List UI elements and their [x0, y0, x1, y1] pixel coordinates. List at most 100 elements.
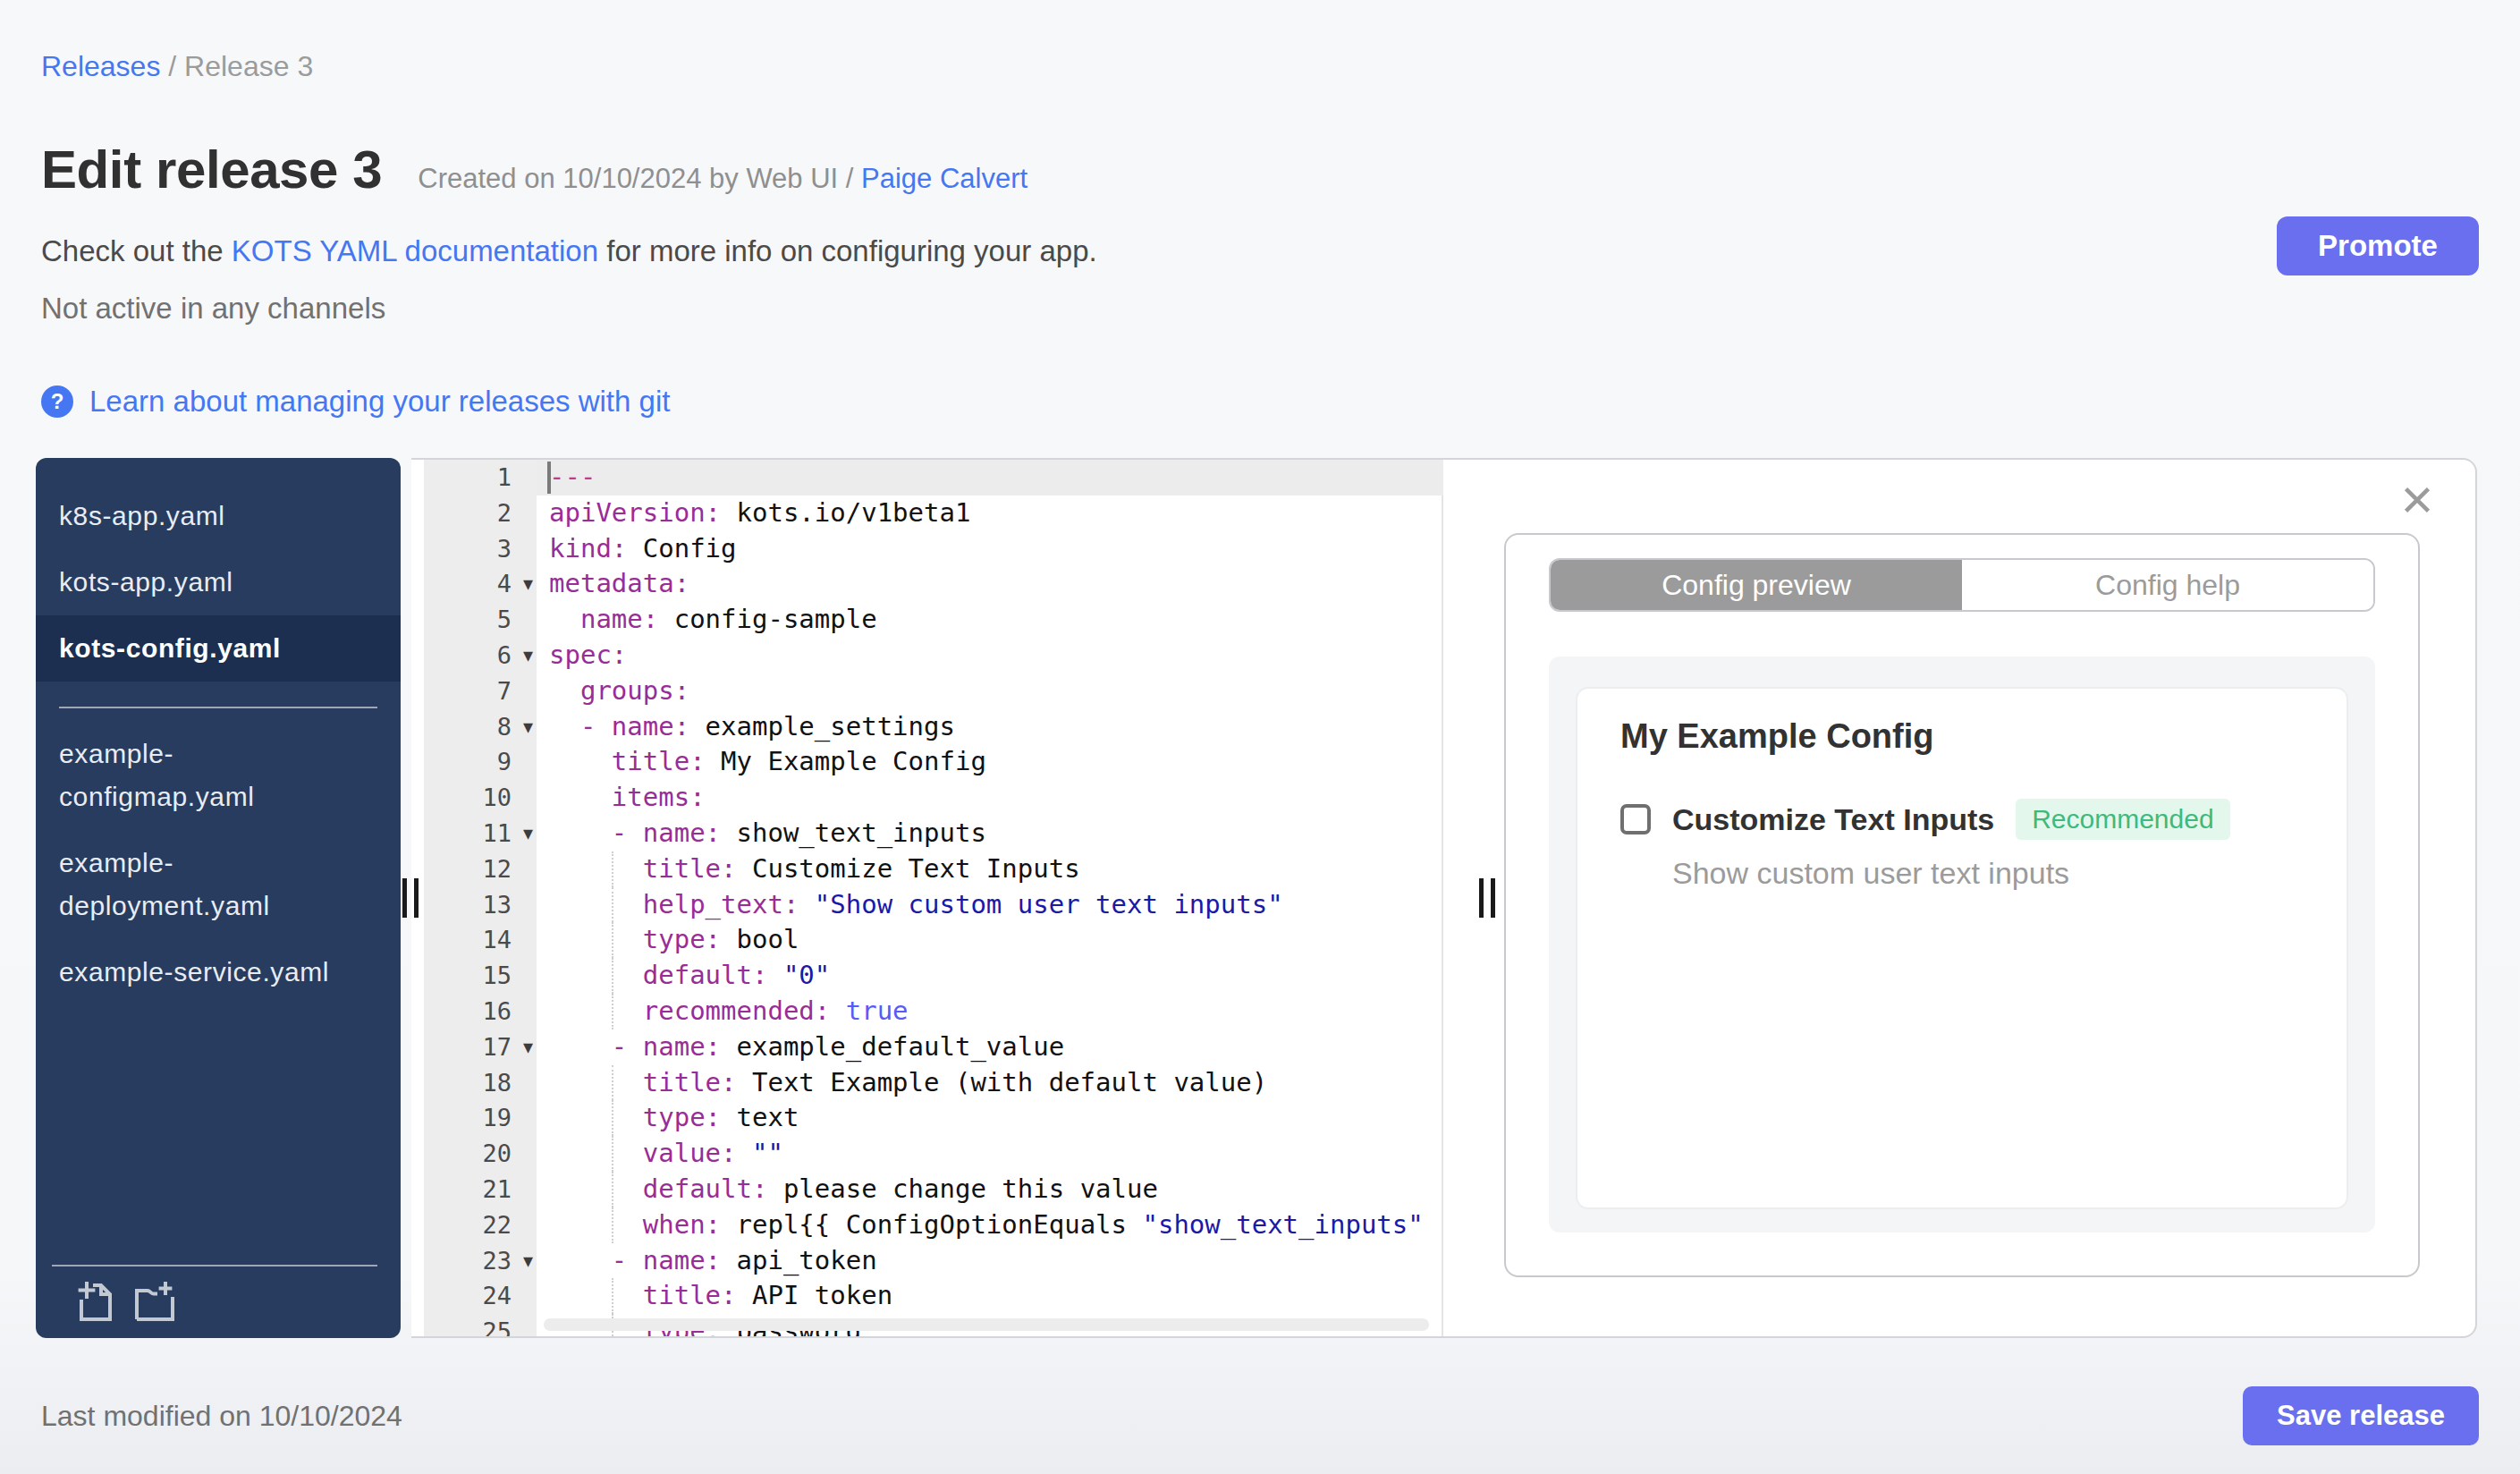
code-line[interactable]: 1---	[424, 460, 1443, 496]
code-text: title: My Example Config	[537, 744, 1443, 780]
promote-button[interactable]: Promote	[2277, 216, 2479, 275]
line-number: 10	[424, 780, 537, 816]
sidebar-file-example-service.yaml[interactable]: example-service.yaml	[36, 939, 401, 1005]
code-text: - name: show_text_inputs	[537, 816, 1443, 851]
line-number: 16	[424, 994, 537, 1029]
last-modified: Last modified on 10/10/2024	[41, 1400, 402, 1433]
line-number: 13	[424, 887, 537, 923]
close-icon[interactable]	[2402, 485, 2432, 515]
code-line[interactable]: 10 items:	[424, 780, 1443, 816]
created-text: Created on 10/10/2024 by Web UI /	[418, 163, 853, 194]
line-number: 19	[424, 1100, 537, 1136]
line-number: 3	[424, 531, 537, 567]
code-line[interactable]: 7 groups:	[424, 673, 1443, 709]
kots-yaml-doc-link[interactable]: KOTS YAML documentation	[232, 234, 598, 267]
line-number: 20	[424, 1136, 537, 1172]
code-text: title: Text Example (with default value)	[537, 1065, 1443, 1101]
code-line[interactable]: 19 type: text	[424, 1100, 1443, 1136]
tab-config-help[interactable]: Config help	[1962, 560, 2373, 610]
sidebar-file-kots-config.yaml[interactable]: kots-config.yaml	[36, 615, 401, 682]
fold-arrow-icon[interactable]: ▾	[523, 638, 533, 673]
sidebar-file-k8s-app.yaml[interactable]: k8s-app.yaml	[36, 483, 401, 549]
fold-arrow-icon[interactable]: ▾	[523, 816, 533, 851]
recommended-badge: Recommended	[2016, 799, 2229, 840]
save-release-button[interactable]: Save release	[2243, 1386, 2479, 1445]
code-line[interactable]: 22 when: repl{{ ConfigOptionEquals "show…	[424, 1207, 1443, 1243]
file-list: k8s-app.yamlkots-app.yamlkots-config.yam…	[36, 483, 401, 1005]
code-line[interactable]: 23▾ - name: api_token	[424, 1243, 1443, 1279]
sidebar-file-example-configmap.yaml[interactable]: example-configmap.yaml	[36, 721, 401, 830]
line-number: 7	[424, 673, 537, 709]
code-line[interactable]: 6▾spec:	[424, 638, 1443, 673]
add-file-icon[interactable]	[77, 1281, 114, 1322]
code-line[interactable]: 24 title: API token	[424, 1278, 1443, 1314]
line-number: 24	[424, 1278, 537, 1314]
fold-arrow-icon[interactable]: ▾	[523, 566, 533, 602]
code-line[interactable]: 8▾ - name: example_settings	[424, 709, 1443, 745]
code-line[interactable]: 9 title: My Example Config	[424, 744, 1443, 780]
line-number: 11▾	[424, 816, 537, 851]
code-line[interactable]: 21 default: please change this value	[424, 1172, 1443, 1207]
title-row: Edit release 3 Created on 10/10/2024 by …	[41, 139, 2479, 200]
text-cursor	[547, 462, 551, 494]
code-line[interactable]: 17▾ - name: example_default_value	[424, 1029, 1443, 1065]
code-line[interactable]: 4▾metadata:	[424, 566, 1443, 602]
sidebar-file-example-deployment.yaml[interactable]: example-deployment.yaml	[36, 830, 401, 939]
code-text: default: please change this value	[537, 1172, 1443, 1207]
line-number: 1	[424, 460, 537, 496]
breadcrumb-link-releases[interactable]: Releases	[41, 50, 160, 82]
code-text: help_text: "Show custom user text inputs…	[537, 887, 1443, 923]
code-line[interactable]: 15 default: "0"	[424, 958, 1443, 994]
code-text: ---	[537, 460, 1443, 496]
sidebar-footer	[52, 1265, 377, 1338]
sidebar-file-kots-app.yaml[interactable]: kots-app.yaml	[36, 549, 401, 615]
doc-hint: Check out the KOTS YAML documentation fo…	[41, 234, 2479, 268]
code-line[interactable]: 16 recommended: true	[424, 994, 1443, 1029]
fold-arrow-icon[interactable]: ▾	[523, 709, 533, 745]
code-text: metadata:	[537, 566, 1443, 602]
line-number: 21	[424, 1172, 537, 1207]
code-line[interactable]: 3kind: Config	[424, 531, 1443, 567]
doc-hint-pre: Check out the	[41, 234, 232, 267]
code-text: type: text	[537, 1100, 1443, 1136]
line-number: 23▾	[424, 1243, 537, 1279]
checkbox[interactable]	[1620, 804, 1651, 834]
line-number: 12	[424, 851, 537, 887]
fold-arrow-icon[interactable]: ▾	[523, 1029, 533, 1065]
code-line[interactable]: 14 type: bool	[424, 922, 1443, 958]
code-text: title: API token	[537, 1278, 1443, 1314]
code-editor[interactable]: 1---2apiVersion: kots.io/v1beta13kind: C…	[424, 460, 1443, 1336]
line-number: 14	[424, 922, 537, 958]
page: Releases / Release 3 Edit release 3 Crea…	[0, 0, 2520, 1474]
line-number: 6▾	[424, 638, 537, 673]
config-tabs: Config preview Config help	[1549, 558, 2375, 612]
resize-handle-right[interactable]	[1479, 878, 1495, 918]
code-line[interactable]: 11▾ - name: show_text_inputs	[424, 816, 1443, 851]
resize-handle-left[interactable]	[402, 878, 419, 918]
code-line[interactable]: 20 value: ""	[424, 1136, 1443, 1172]
channel-status: Not active in any channels	[41, 292, 2479, 326]
code-line[interactable]: 5 name: config-sample	[424, 602, 1443, 638]
breadcrumb-current: Release 3	[184, 50, 313, 82]
code-text: - name: api_token	[537, 1243, 1443, 1279]
line-number: 8▾	[424, 709, 537, 745]
add-folder-icon[interactable]	[132, 1281, 177, 1322]
author-link[interactable]: Paige Calvert	[861, 163, 1027, 194]
horizontal-scrollbar[interactable]	[544, 1318, 1429, 1331]
code-text: when: repl{{ ConfigOptionEquals "show_te…	[537, 1207, 1443, 1243]
tab-config-preview[interactable]: Config preview	[1551, 560, 1962, 610]
line-number: 5	[424, 602, 537, 638]
breadcrumb-separator: /	[160, 50, 184, 82]
line-number: 2	[424, 496, 537, 531]
help-icon[interactable]: ?	[41, 385, 73, 418]
code-line[interactable]: 13 help_text: "Show custom user text inp…	[424, 887, 1443, 923]
code-line[interactable]: 12 title: Customize Text Inputs	[424, 851, 1443, 887]
line-number: 9	[424, 744, 537, 780]
code-line[interactable]: 2apiVersion: kots.io/v1beta1	[424, 496, 1443, 531]
fold-arrow-icon[interactable]: ▾	[523, 1243, 533, 1279]
config-item-help: Show custom user text inputs	[1672, 856, 2304, 891]
code-line[interactable]: 18 title: Text Example (with default val…	[424, 1065, 1443, 1101]
learn-git-link[interactable]: Learn about managing your releases with …	[89, 385, 670, 419]
config-preview-canvas: My Example Config Customize Text Inputs …	[1549, 657, 2375, 1233]
sidebar-divider	[59, 707, 377, 708]
